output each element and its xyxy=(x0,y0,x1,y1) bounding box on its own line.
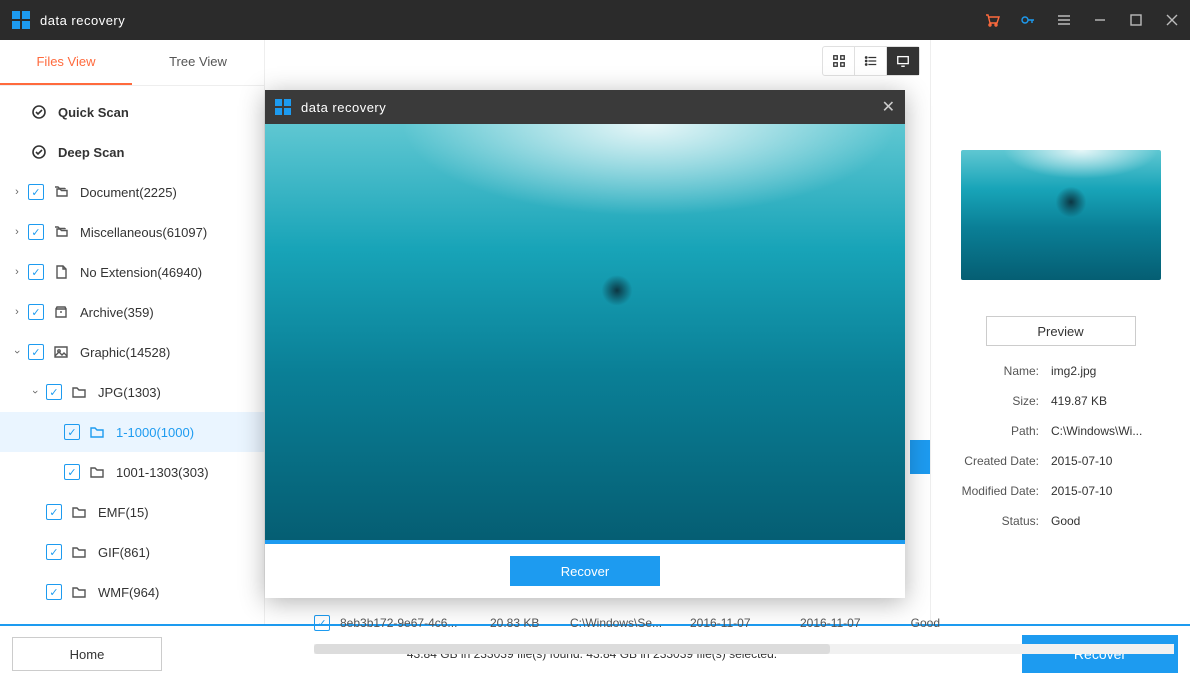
tab-files-view[interactable]: Files View xyxy=(0,40,132,85)
misc-icon xyxy=(52,223,70,241)
checkbox[interactable]: ✓ xyxy=(28,304,44,320)
preview-button[interactable]: Preview xyxy=(986,316,1136,346)
quick-scan[interactable]: Quick Scan xyxy=(0,92,264,132)
cell-path: C:\Windows\Se... xyxy=(570,616,690,630)
maximize-icon[interactable] xyxy=(1118,0,1154,40)
selected-row-edge xyxy=(910,440,930,474)
tree-misc[interactable]: › ✓ Miscellaneous(61097) xyxy=(0,212,264,252)
label-size: Size: xyxy=(951,394,1051,408)
cart-icon[interactable] xyxy=(974,0,1010,40)
tree-noext[interactable]: › ✓ No Extension(46940) xyxy=(0,252,264,292)
tree-wmf[interactable]: ✓ WMF(964) xyxy=(0,572,264,612)
preview-dialog: data recovery ✕ Recover xyxy=(265,90,905,598)
tree-document[interactable]: › ✓ Document(2225) xyxy=(0,172,264,212)
preview-image xyxy=(265,124,905,540)
deep-scan[interactable]: Deep Scan xyxy=(0,132,264,172)
tree-jpg[interactable]: › ✓ JPG(1303) xyxy=(0,372,264,412)
tree-graphic[interactable]: › ✓ Graphic(14528) xyxy=(0,332,264,372)
cell-name: 8eb3b172-9e67-4c6... xyxy=(340,616,490,630)
cell-modified: 2016-11-07 xyxy=(800,616,910,630)
checkbox[interactable]: ✓ xyxy=(28,184,44,200)
chevron-right-icon[interactable]: › xyxy=(8,186,26,198)
value-size: 419.87 KB xyxy=(1051,394,1170,408)
checkbox[interactable]: ✓ xyxy=(46,504,62,520)
label-modified: Modified Date: xyxy=(951,484,1051,498)
label-path: Path: xyxy=(951,424,1051,438)
key-icon[interactable] xyxy=(1010,0,1046,40)
home-button[interactable]: Home xyxy=(12,637,162,671)
value-path: C:\Windows\Wi... xyxy=(1051,424,1170,438)
graphic-icon xyxy=(52,343,70,361)
chevron-down-icon[interactable]: › xyxy=(29,383,41,401)
value-name: img2.jpg xyxy=(1051,364,1170,378)
horizontal-scrollbar[interactable] xyxy=(314,644,1174,654)
tree-archive[interactable]: › ✓ Archive(359) xyxy=(0,292,264,332)
checkbox[interactable]: ✓ xyxy=(46,544,62,560)
target-icon xyxy=(30,143,48,161)
checkbox[interactable]: ✓ xyxy=(64,464,80,480)
title-bar: data recovery xyxy=(0,0,1190,40)
tab-tree-view[interactable]: Tree View xyxy=(132,40,264,85)
app-title: data recovery xyxy=(40,13,125,28)
menu-icon[interactable] xyxy=(1046,0,1082,40)
tree-gif[interactable]: ✓ GIF(861) xyxy=(0,532,264,572)
preview-thumbnail xyxy=(961,150,1161,280)
checkbox[interactable]: ✓ xyxy=(28,344,44,360)
tree-emf[interactable]: ✓ EMF(15) xyxy=(0,492,264,532)
folder-icon xyxy=(70,543,88,561)
checkbox[interactable]: ✓ xyxy=(28,264,44,280)
cell-state: Good xyxy=(910,616,960,630)
view-grid-icon[interactable] xyxy=(823,47,855,75)
checkbox[interactable]: ✓ xyxy=(46,584,62,600)
details-panel: Preview Name:img2.jpg Size:419.87 KB Pat… xyxy=(930,40,1190,624)
folder-icon xyxy=(88,463,106,481)
checkbox[interactable]: ✓ xyxy=(314,615,330,631)
value-status: Good xyxy=(1051,514,1170,528)
cell-size: 20.83 KB xyxy=(490,616,570,630)
dialog-recover-button[interactable]: Recover xyxy=(510,556,660,586)
chevron-down-icon[interactable]: › xyxy=(11,343,23,361)
table-row[interactable]: ✓ 8eb3b172-9e67-4c6... 20.83 KB C:\Windo… xyxy=(314,608,1174,638)
chevron-right-icon[interactable]: › xyxy=(8,306,26,318)
archive-icon xyxy=(52,303,70,321)
file-icon xyxy=(52,263,70,281)
document-icon xyxy=(52,183,70,201)
checkbox[interactable]: ✓ xyxy=(46,384,62,400)
folder-icon xyxy=(88,423,106,441)
target-icon xyxy=(30,103,48,121)
app-logo-icon xyxy=(12,11,30,29)
tree-jpg-range2[interactable]: ✓ 1001-1303(303) xyxy=(0,452,264,492)
tree-jpg-range1[interactable]: ✓ 1-1000(1000) xyxy=(0,412,264,452)
folder-icon xyxy=(70,383,88,401)
app-logo-icon xyxy=(275,99,291,115)
folder-icon xyxy=(70,503,88,521)
checkbox[interactable]: ✓ xyxy=(28,224,44,240)
label-created: Created Date: xyxy=(951,454,1051,468)
label-name: Name: xyxy=(951,364,1051,378)
view-mode-bar xyxy=(822,46,920,76)
chevron-right-icon[interactable]: › xyxy=(8,266,26,278)
chevron-right-icon[interactable]: › xyxy=(8,226,26,238)
minimize-icon[interactable] xyxy=(1082,0,1118,40)
view-preview-icon[interactable] xyxy=(887,47,919,75)
recover-button[interactable]: Recover xyxy=(1022,635,1178,673)
sidebar: Files View Tree View Quick Scan Deep Sca… xyxy=(0,40,265,624)
value-created: 2015-07-10 xyxy=(1051,454,1170,468)
view-list-icon[interactable] xyxy=(855,47,887,75)
close-icon[interactable] xyxy=(1154,0,1190,40)
dialog-close-icon[interactable]: ✕ xyxy=(882,97,895,117)
folder-icon xyxy=(70,583,88,601)
value-modified: 2015-07-10 xyxy=(1051,484,1170,498)
label-status: Status: xyxy=(951,514,1051,528)
cell-created: 2016-11-07 xyxy=(690,616,800,630)
checkbox[interactable]: ✓ xyxy=(64,424,80,440)
dialog-title: data recovery xyxy=(301,100,386,115)
